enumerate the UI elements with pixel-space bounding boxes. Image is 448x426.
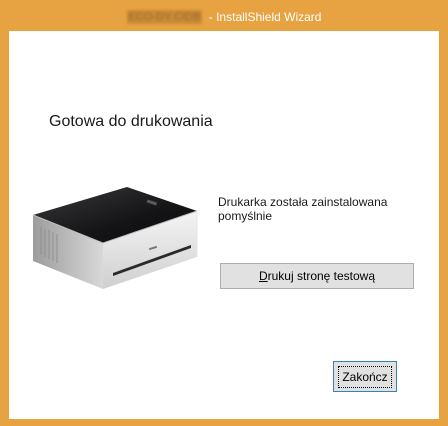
window-title: - InstallShield Wizard [208,9,322,24]
finish-label: Zakończ [338,365,392,388]
finish-button[interactable]: Zakończ [333,361,397,392]
window-title-redacted: ECO-DY CIDB [126,9,203,24]
wizard-content: Gotowa do drukowania Drukarka została za… [9,31,439,419]
installer-window: ECO-DY CIDB - InstallShield Wizard Gotow… [0,0,448,426]
page-heading: Gotowa do drukowania [49,113,213,130]
title-bar: ECO-DY CIDB - InstallShield Wizard [1,1,447,31]
print-test-page-button[interactable]: Drukuj stronę testową [220,263,414,289]
test-print-mnemonic: D [258,269,268,283]
test-print-label: rukuj stronę testową [267,269,376,283]
printer-illustration [32,187,198,289]
status-message: Drukarka została zainstalowana pomyślnie [218,195,388,223]
